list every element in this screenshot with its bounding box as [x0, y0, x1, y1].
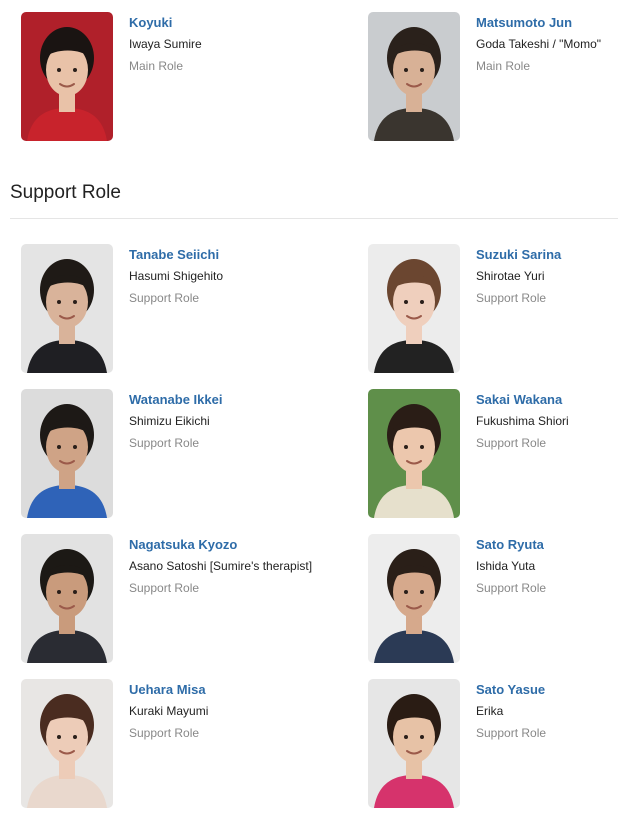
actor-name-link[interactable]: Uehara Misa — [129, 682, 208, 698]
role-label: Main Role — [476, 59, 531, 73]
cast-info: Sato Ryuta Ishida Yuta Support Role — [476, 534, 546, 663]
actor-photo[interactable] — [21, 12, 113, 141]
role-label: Support Role — [476, 726, 547, 740]
cast-card: Watanabe Ikkei Shimizu Eikichi Support Rol… — [21, 389, 368, 518]
cast-card: Sakai Wakana Fukushima Shiori Support Role — [368, 389, 618, 518]
cast-info: Sakai Wakana Fukushima Shiori Support Role — [476, 389, 569, 518]
actor-photo[interactable] — [21, 244, 113, 373]
character-name: Iwaya Sumire — [129, 37, 202, 51]
cast-info: Nagatsuka Kyozo Asano Satoshi [Sumire's t… — [129, 534, 312, 663]
actor-name-link[interactable]: Watanabe Ikkei — [129, 392, 222, 408]
cast-info: Koyuki Iwaya Sumire Main Role — [129, 12, 202, 141]
actor-name-link[interactable]: Tanabe Seiichi — [129, 247, 223, 263]
actor-photo[interactable] — [368, 389, 460, 518]
actor-photo[interactable] — [21, 389, 113, 518]
character-name: Shimizu Eikichi — [129, 414, 210, 428]
cast-card: Sato Ryuta Ishida Yuta Support Role — [368, 534, 618, 663]
character-name: Ishida Yuta — [476, 559, 536, 573]
actor-name-link[interactable]: Suzuki Sarina — [476, 247, 561, 263]
role-label: Support Role — [129, 436, 200, 450]
actor-photo[interactable] — [368, 12, 460, 141]
character-name: Erika — [476, 704, 504, 718]
cast-info: Matsumoto Jun Goda Takeshi / "Momo" Main R… — [476, 12, 601, 141]
role-label: Support Role — [476, 581, 547, 595]
role-label: Support Role — [129, 726, 200, 740]
character-name: Fukushima Shiori — [476, 414, 569, 428]
actor-photo[interactable] — [21, 534, 113, 663]
cast-info: Tanabe Seiichi Hasumi Shigehito Support Ro… — [129, 244, 223, 373]
cast-card: Matsumoto Jun Goda Takeshi / "Momo" Main R… — [368, 12, 618, 141]
cast-info: Uehara Misa Kuraki Mayumi Support Role — [129, 679, 208, 808]
role-label: Support Role — [476, 291, 547, 305]
cast-info: Watanabe Ikkei Shimizu Eikichi Support Rol… — [129, 389, 222, 518]
actor-photo[interactable] — [368, 244, 460, 373]
cast-card: Sato Yasue Erika Support Role — [368, 679, 618, 808]
cast-card: Suzuki Sarina Shirotae Yuri Support Role — [368, 244, 618, 373]
role-label: Support Role — [476, 436, 547, 450]
main-cast-grid: Koyuki Iwaya Sumire Main Role Matsumoto Jun… — [21, 12, 618, 141]
role-label: Support Role — [129, 291, 200, 305]
role-label: Main Role — [129, 59, 184, 73]
actor-name-link[interactable]: Sato Ryuta — [476, 537, 546, 553]
character-name: Shirotae Yuri — [476, 269, 545, 283]
actor-name-link[interactable]: Sakai Wakana — [476, 392, 569, 408]
cast-info: Suzuki Sarina Shirotae Yuri Support Role — [476, 244, 561, 373]
actor-photo[interactable] — [368, 534, 460, 663]
actor-photo[interactable] — [21, 679, 113, 808]
actor-name-link[interactable]: Koyuki — [129, 15, 202, 31]
cast-card: Koyuki Iwaya Sumire Main Role — [21, 12, 368, 141]
actor-name-link[interactable]: Nagatsuka Kyozo — [129, 537, 312, 553]
role-label: Support Role — [129, 581, 200, 595]
character-name: Asano Satoshi [Sumire's therapist] — [129, 559, 313, 573]
actor-photo[interactable] — [368, 679, 460, 808]
section-title: Support Role — [10, 182, 121, 203]
cast-card: Tanabe Seiichi Hasumi Shigehito Support Ro… — [21, 244, 368, 373]
character-name: Kuraki Mayumi — [129, 704, 209, 718]
cast-card: Nagatsuka Kyozo Asano Satoshi [Sumire's t… — [21, 534, 368, 663]
cast-info: Sato Yasue Erika Support Role — [476, 679, 546, 808]
character-name: Goda Takeshi / "Momo" — [476, 37, 602, 51]
section-divider — [10, 218, 618, 219]
cast-card: Uehara Misa Kuraki Mayumi Support Role — [21, 679, 368, 808]
actor-name-link[interactable]: Sato Yasue — [476, 682, 546, 698]
actor-name-link[interactable]: Matsumoto Jun — [476, 15, 601, 31]
character-name: Hasumi Shigehito — [129, 269, 224, 283]
support-cast-grid: Tanabe Seiichi Hasumi Shigehito Support Ro… — [21, 244, 618, 808]
